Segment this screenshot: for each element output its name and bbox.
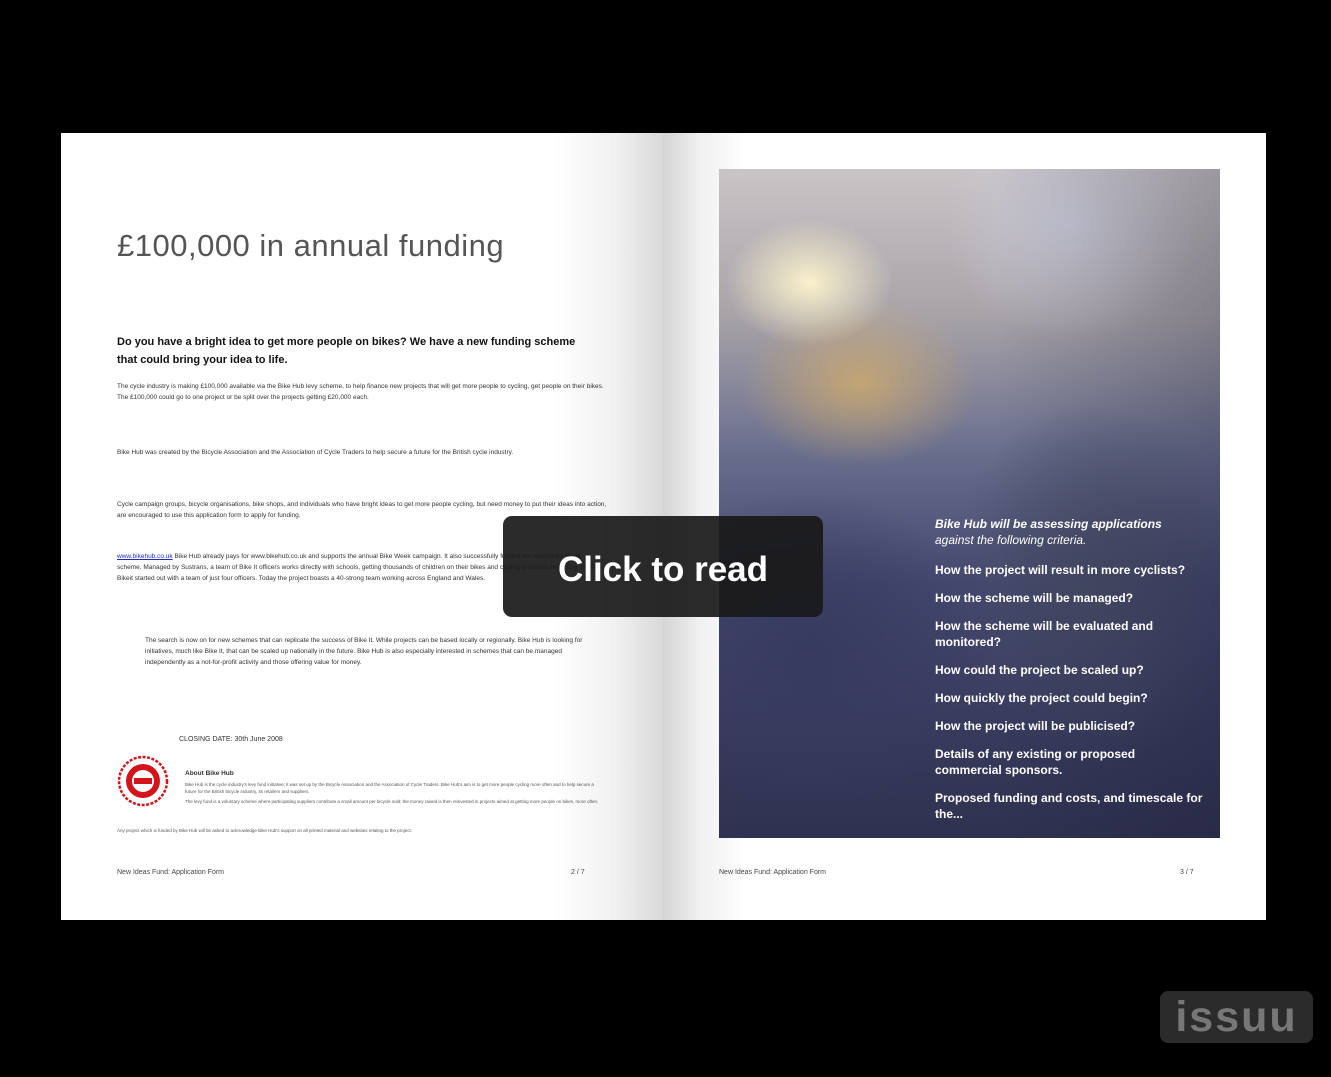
- criteria-lead-line: Bike Hub will be assessing applications: [935, 517, 1162, 531]
- criteria-item: How quickly the project could begin?: [935, 691, 1148, 705]
- click-to-read-button[interactable]: Click to read: [503, 516, 823, 617]
- criteria-item: Proposed funding and costs, and timescal…: [935, 791, 1203, 821]
- closing-date: CLOSING DATE: 30th June 2008: [179, 736, 283, 743]
- about-paragraph: The levy fund is a voluntary scheme wher…: [185, 799, 599, 804]
- click-to-read-label: Click to read: [557, 550, 769, 589]
- criteria-item: How the scheme will be managed?: [935, 591, 1134, 605]
- criteria-item: How the scheme will be evaluated and mon…: [935, 619, 1154, 649]
- page-number: 3 / 7: [1180, 869, 1194, 876]
- about-title: About Bike Hub: [185, 770, 234, 777]
- criteria-item: How could the project be scaled up?: [935, 663, 1144, 677]
- bike-hub-logo-icon: [117, 755, 169, 807]
- document-viewer[interactable]: £100,000 in annual funding Do you have a…: [0, 0, 1331, 1077]
- intro-text: Do you have a bright idea to get more pe…: [117, 336, 576, 366]
- paragraph: Bike Hub was created by the Bicycle Asso…: [117, 449, 514, 456]
- page-number: 2 / 7: [571, 869, 585, 876]
- about-footnote: Any project which is funded by Bike Hub …: [117, 828, 413, 833]
- criteria-item: How the project will result in more cycl…: [935, 563, 1186, 577]
- page-heading: £100,000 in annual funding: [117, 228, 505, 263]
- criteria-list: Bike Hub will be assessing applications …: [935, 516, 1205, 834]
- footer-title: New Ideas Fund: Application Form: [719, 869, 826, 876]
- bikehub-link[interactable]: www.bikehub.co.uk: [117, 553, 173, 560]
- paragraph: The search is now on for new schemes tha…: [145, 637, 583, 666]
- footer-title: New Ideas Fund: Application Form: [117, 869, 224, 876]
- criteria-lead: Bike Hub will be assessing applications …: [935, 516, 1205, 548]
- cyclist-photo: Bike Hub will be assessing applications …: [719, 169, 1220, 838]
- criteria-item: Details of any existing or proposed comm…: [935, 747, 1136, 777]
- paragraph: The cycle industry is making £100,000 av…: [117, 383, 604, 401]
- about-text: Bike Hub is the cycle industry's levy fu…: [185, 781, 601, 805]
- criteria-lead-line: against the following criteria.: [935, 533, 1087, 547]
- criteria-item: How the project will be publicised?: [935, 719, 1136, 733]
- about-paragraph: Bike Hub is the cycle industry's levy fu…: [185, 782, 594, 794]
- issuu-logo[interactable]: issuu: [1160, 991, 1313, 1043]
